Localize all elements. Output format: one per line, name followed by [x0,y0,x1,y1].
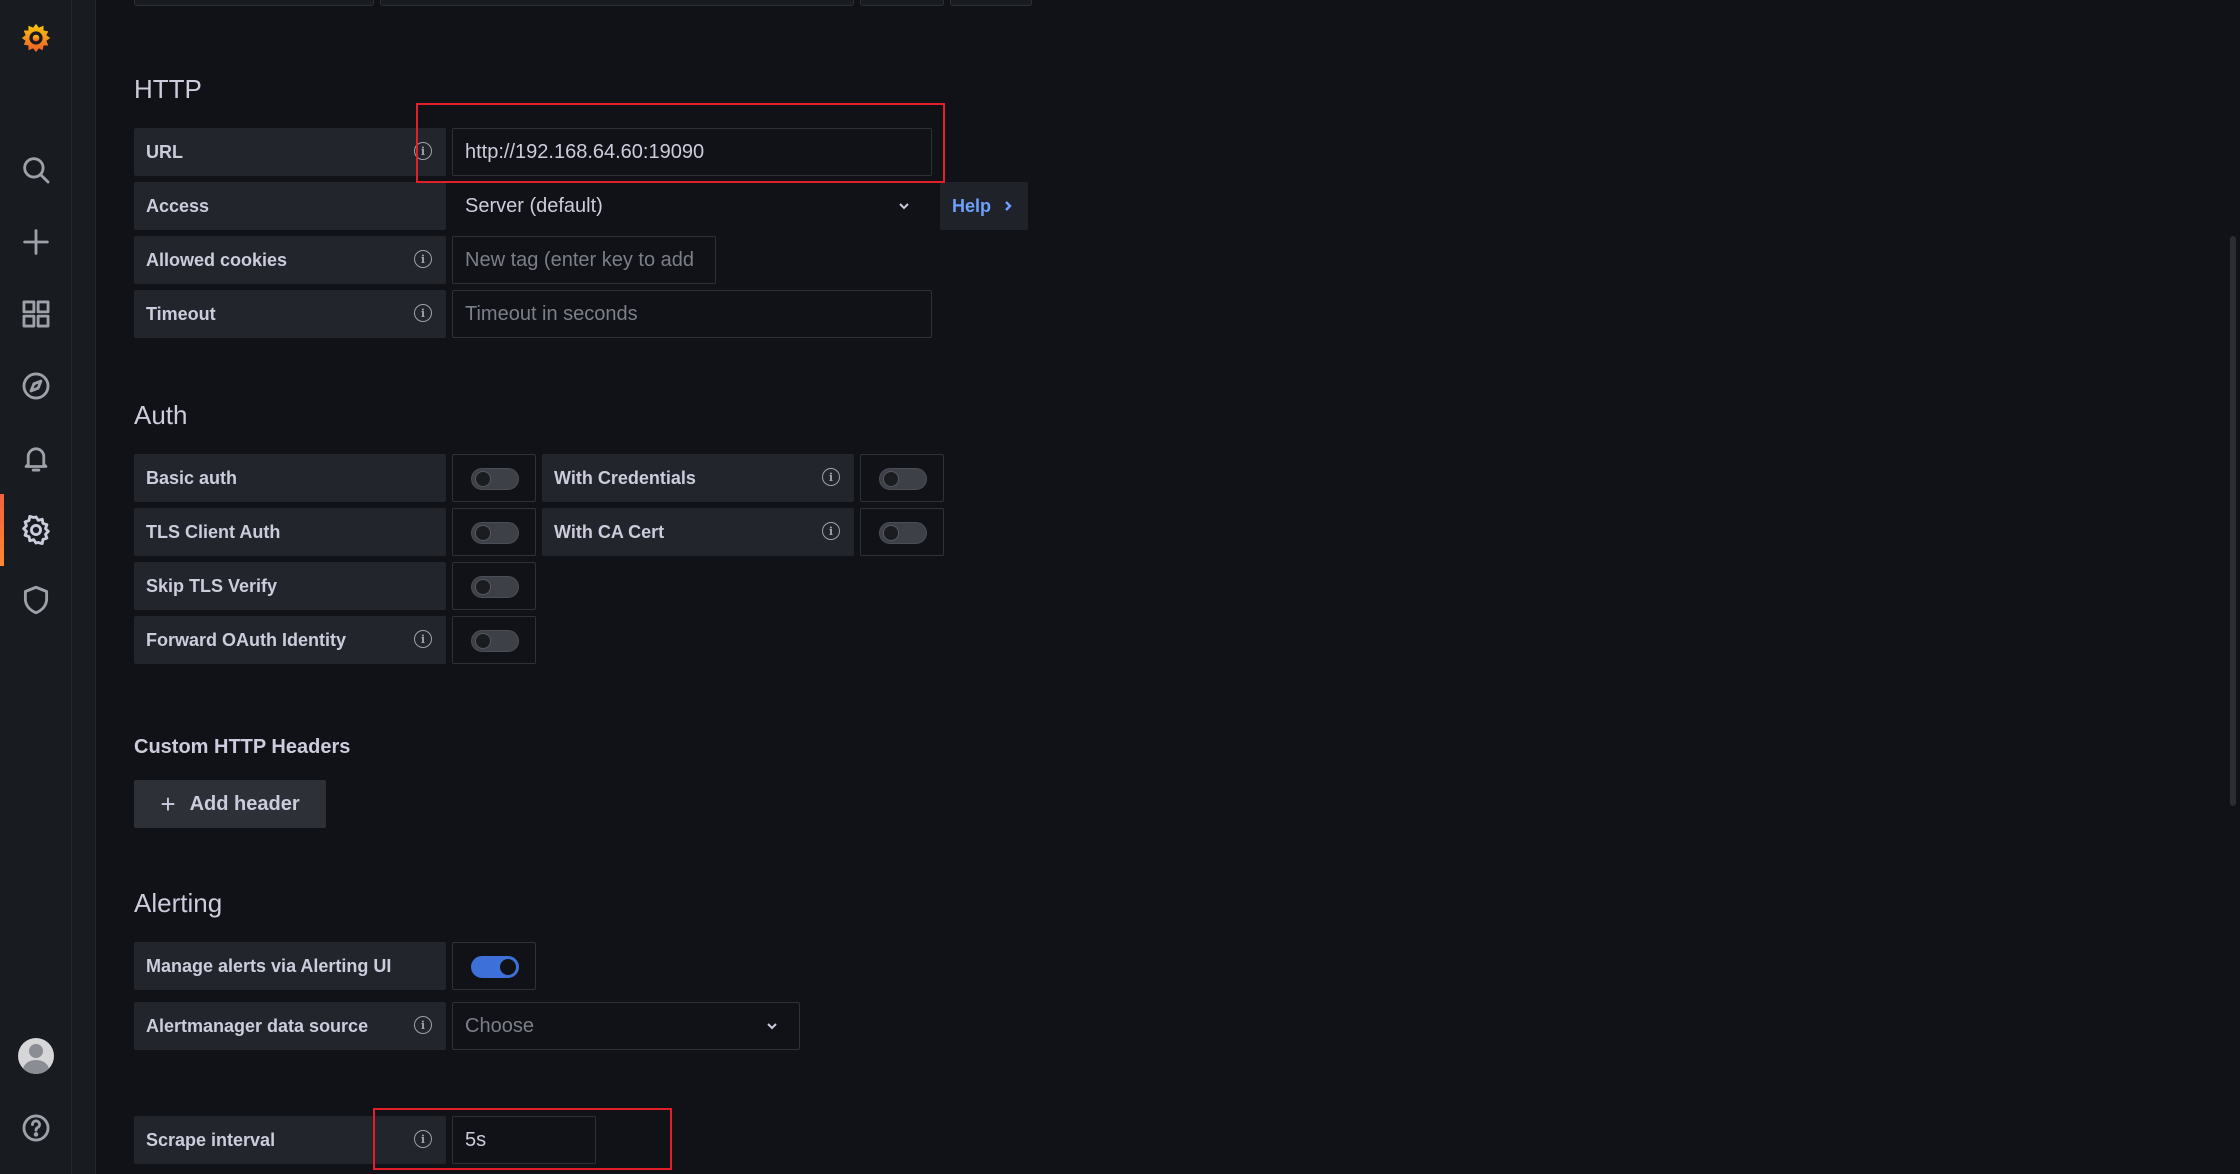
info-icon[interactable]: i [414,630,432,648]
with-ca-cert-toggle[interactable] [879,522,927,544]
basic-auth-toggle[interactable] [471,468,519,490]
info-icon[interactable]: i [414,1016,432,1034]
alertmanager-select[interactable]: Choose [452,1002,800,1050]
timeout-label: Timeout i [134,290,446,338]
access-select[interactable]: Server (default) [452,182,932,230]
url-label: URL i [134,128,446,176]
plus-icon[interactable] [0,214,72,270]
annotation-box-scrape [373,1108,672,1170]
forward-oauth-label: Forward OAuth Identity i [134,616,446,664]
dashboards-icon[interactable] [0,286,72,342]
tls-client-auth-toggle-box [452,508,536,556]
cutoff-toggle [860,0,944,6]
http-section-title: HTTP [134,74,202,104]
forward-oauth-toggle-box [452,616,536,664]
shield-icon[interactable] [0,572,72,628]
tls-client-auth-toggle[interactable] [471,522,519,544]
chevron-right-icon [1005,201,1012,211]
access-label: Access [134,182,446,230]
info-icon[interactable]: i [822,468,840,486]
help-icon[interactable] [0,1100,72,1156]
auth-section-title: Auth [134,400,188,430]
manage-alerts-label: Manage alerts via Alerting UI [134,942,446,990]
allowed-cookies-label: Allowed cookies i [134,236,446,284]
allowed-cookies-input[interactable]: New tag (enter key to add [452,236,716,284]
scrollbar-thumb[interactable] [2230,236,2236,806]
with-credentials-label: With Credentials i [542,454,854,502]
with-ca-cert-label: With CA Cert i [542,508,854,556]
with-credentials-toggle[interactable] [879,468,927,490]
with-ca-cert-toggle-box [860,508,944,556]
chevron-down-icon [763,1017,781,1035]
info-icon[interactable]: i [822,522,840,540]
alerting-icon[interactable] [0,430,72,486]
add-header-button[interactable]: + Add header [134,780,326,828]
scrollbar[interactable] [2226,0,2240,1174]
cutoff-input [380,0,854,6]
cutoff-label [134,0,374,6]
basic-auth-label: Basic auth [134,454,446,502]
manage-alerts-toggle[interactable] [471,956,519,978]
timeout-input[interactable]: Timeout in seconds [452,290,932,338]
sidebar [0,0,72,1174]
tls-client-auth-label: TLS Client Auth [134,508,446,556]
skip-tls-verify-label: Skip TLS Verify [134,562,446,610]
info-icon[interactable]: i [414,304,432,322]
skip-tls-verify-toggle[interactable] [471,576,519,598]
basic-auth-toggle-box [452,454,536,502]
grafana-logo-icon[interactable] [0,10,72,66]
with-credentials-toggle-box [860,454,944,502]
chevron-down-icon [895,197,913,215]
cutoff-button [950,0,1032,6]
explore-icon[interactable] [0,358,72,414]
info-icon[interactable]: i [414,250,432,268]
plus-icon: + [160,789,176,819]
annotation-box-url [416,103,945,183]
skip-tls-verify-toggle-box [452,562,536,610]
manage-alerts-toggle-box [452,942,536,990]
custom-headers-title: Custom HTTP Headers [134,736,351,758]
search-icon[interactable] [0,142,72,198]
gear-icon[interactable] [0,502,72,558]
sidebar-gutter [72,0,96,1174]
alerting-section-title: Alerting [134,888,223,918]
alertmanager-label: Alertmanager data source i [134,1002,446,1050]
forward-oauth-toggle[interactable] [471,630,519,652]
avatar[interactable] [18,1038,54,1074]
help-button[interactable]: Help [940,182,1028,230]
